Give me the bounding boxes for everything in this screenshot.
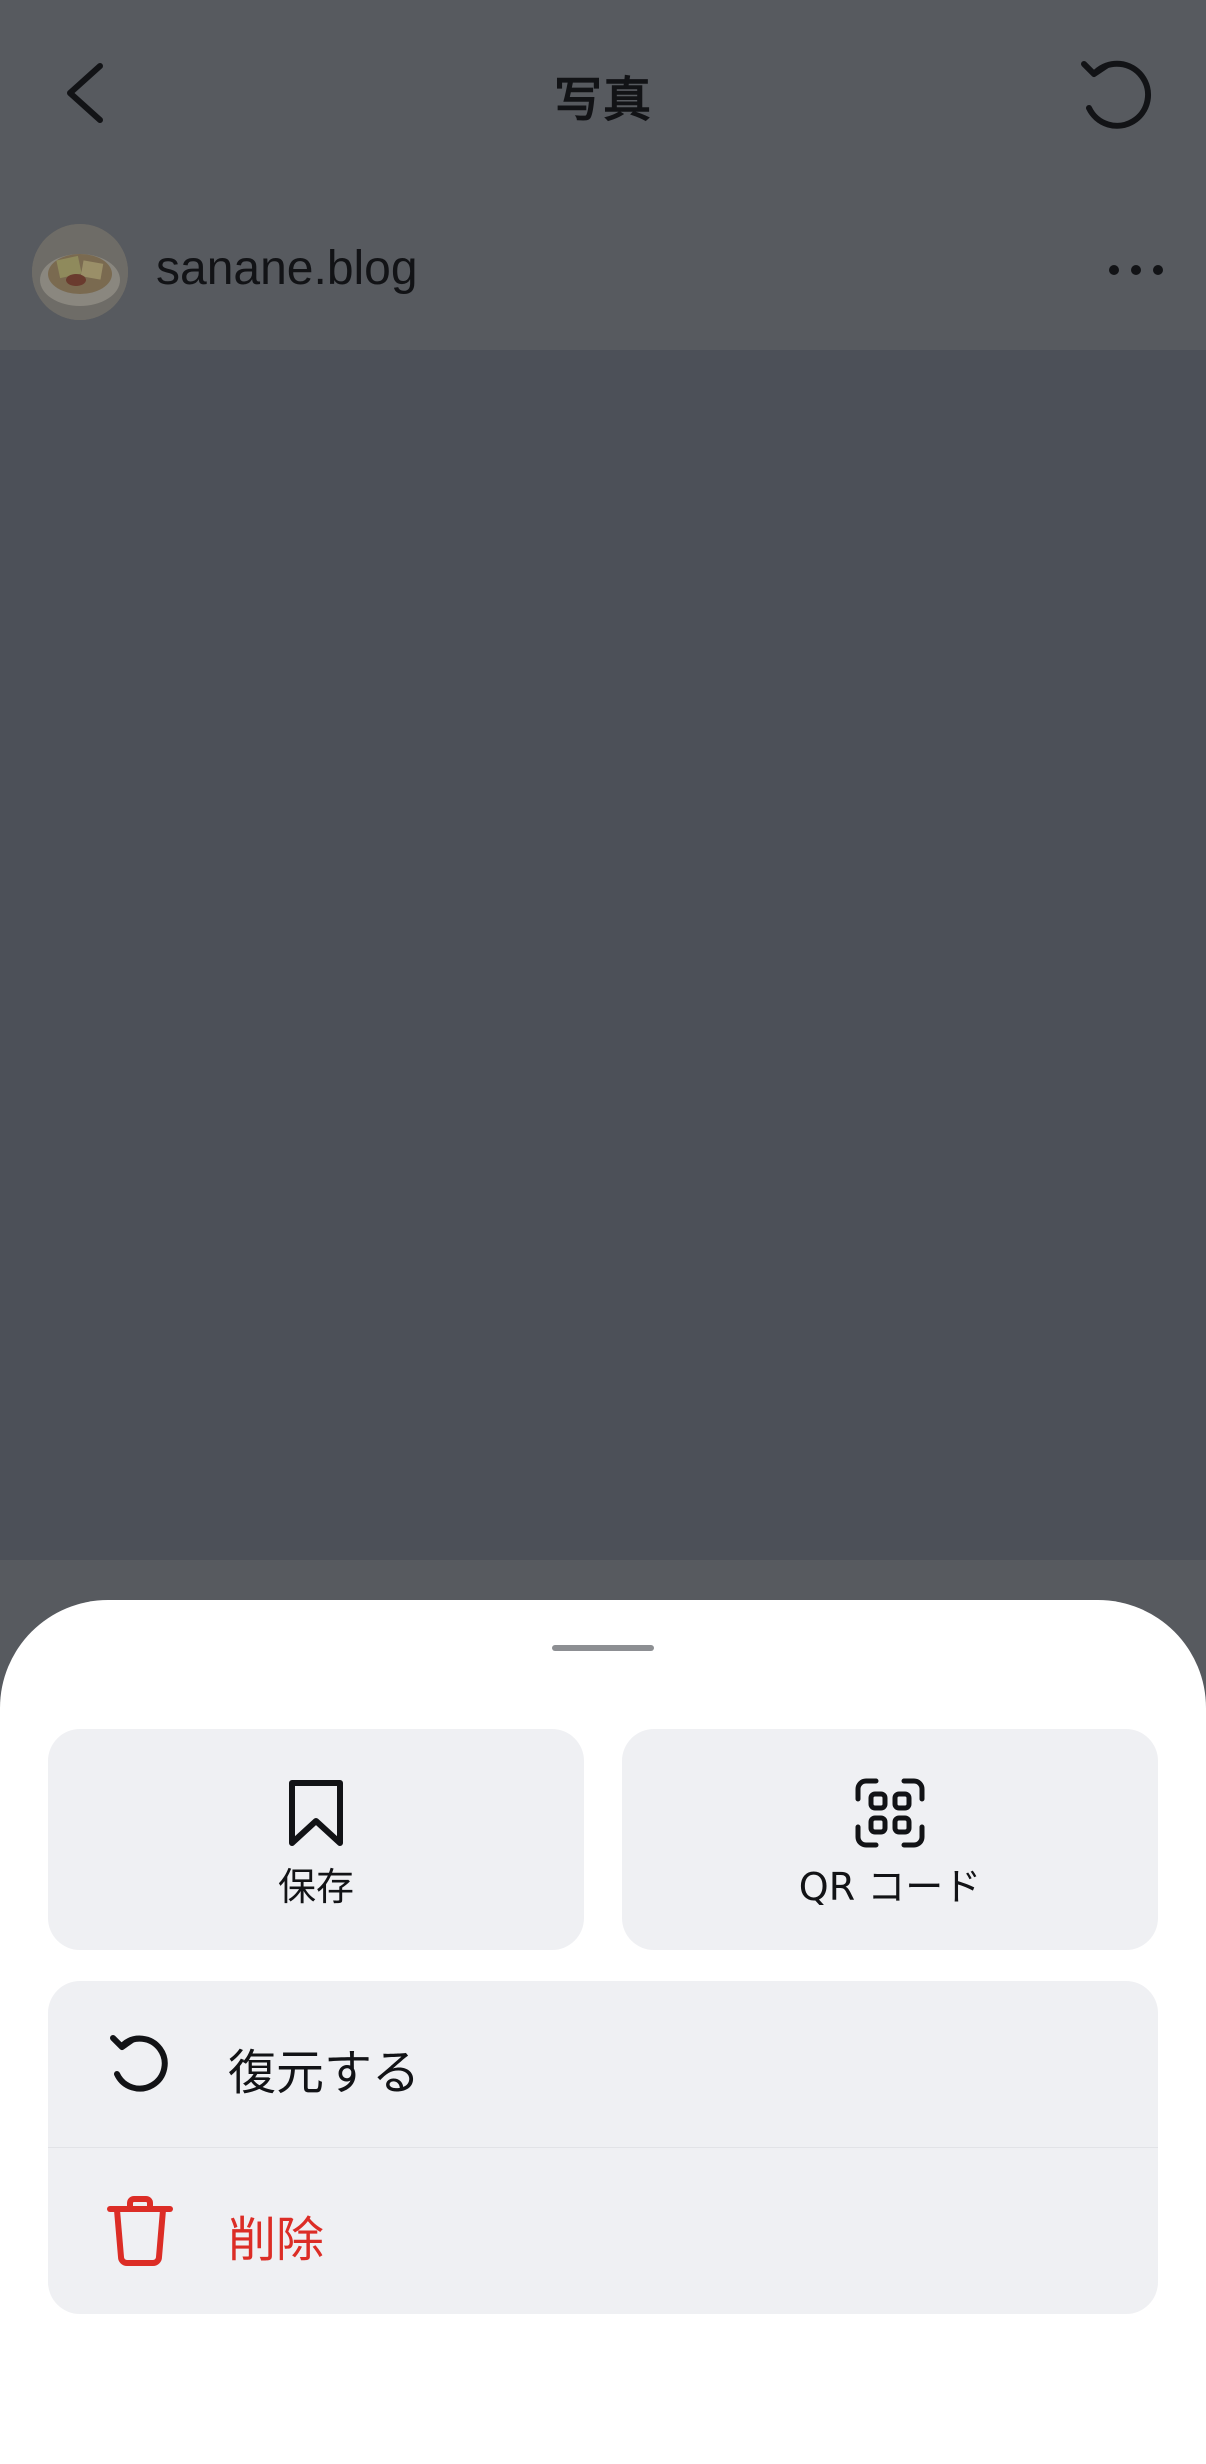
top-bar: 写真	[0, 0, 1206, 190]
action-sheet: 保存 QR コード 復元する 削除	[0, 1600, 1206, 2464]
qr-code-button[interactable]: QR コード	[622, 1729, 1158, 1950]
undo-icon	[1081, 60, 1152, 129]
delete-action[interactable]: 削除	[48, 2148, 1158, 2314]
delete-label: 削除	[228, 2212, 325, 2268]
sheet-grabber[interactable]	[552, 1645, 654, 1651]
save-label: 保存	[277, 1865, 354, 1909]
post-author-row: sanane.blog	[0, 190, 1206, 350]
qr-code-label: QR コード	[798, 1865, 982, 1909]
qr-scan-icon	[855, 1778, 925, 1848]
restore-button[interactable]	[1072, 50, 1162, 140]
username[interactable]: sanane.blog	[156, 241, 418, 296]
restore-action[interactable]: 復元する	[48, 1981, 1158, 2147]
save-button[interactable]: 保存	[48, 1729, 584, 1950]
more-options-button[interactable]	[1096, 240, 1176, 300]
restore-label: 復元する	[228, 2045, 421, 2101]
avatar-image	[32, 224, 128, 320]
photo-view	[0, 350, 1206, 1560]
undo-icon	[110, 2035, 168, 2092]
bookmark-icon	[289, 1780, 343, 1846]
avatar[interactable]	[32, 224, 128, 320]
trash-icon	[107, 2196, 173, 2266]
action-list: 復元する 削除	[48, 1981, 1158, 2314]
page-title: 写真	[553, 72, 652, 128]
ellipsis-icon	[1109, 265, 1163, 275]
